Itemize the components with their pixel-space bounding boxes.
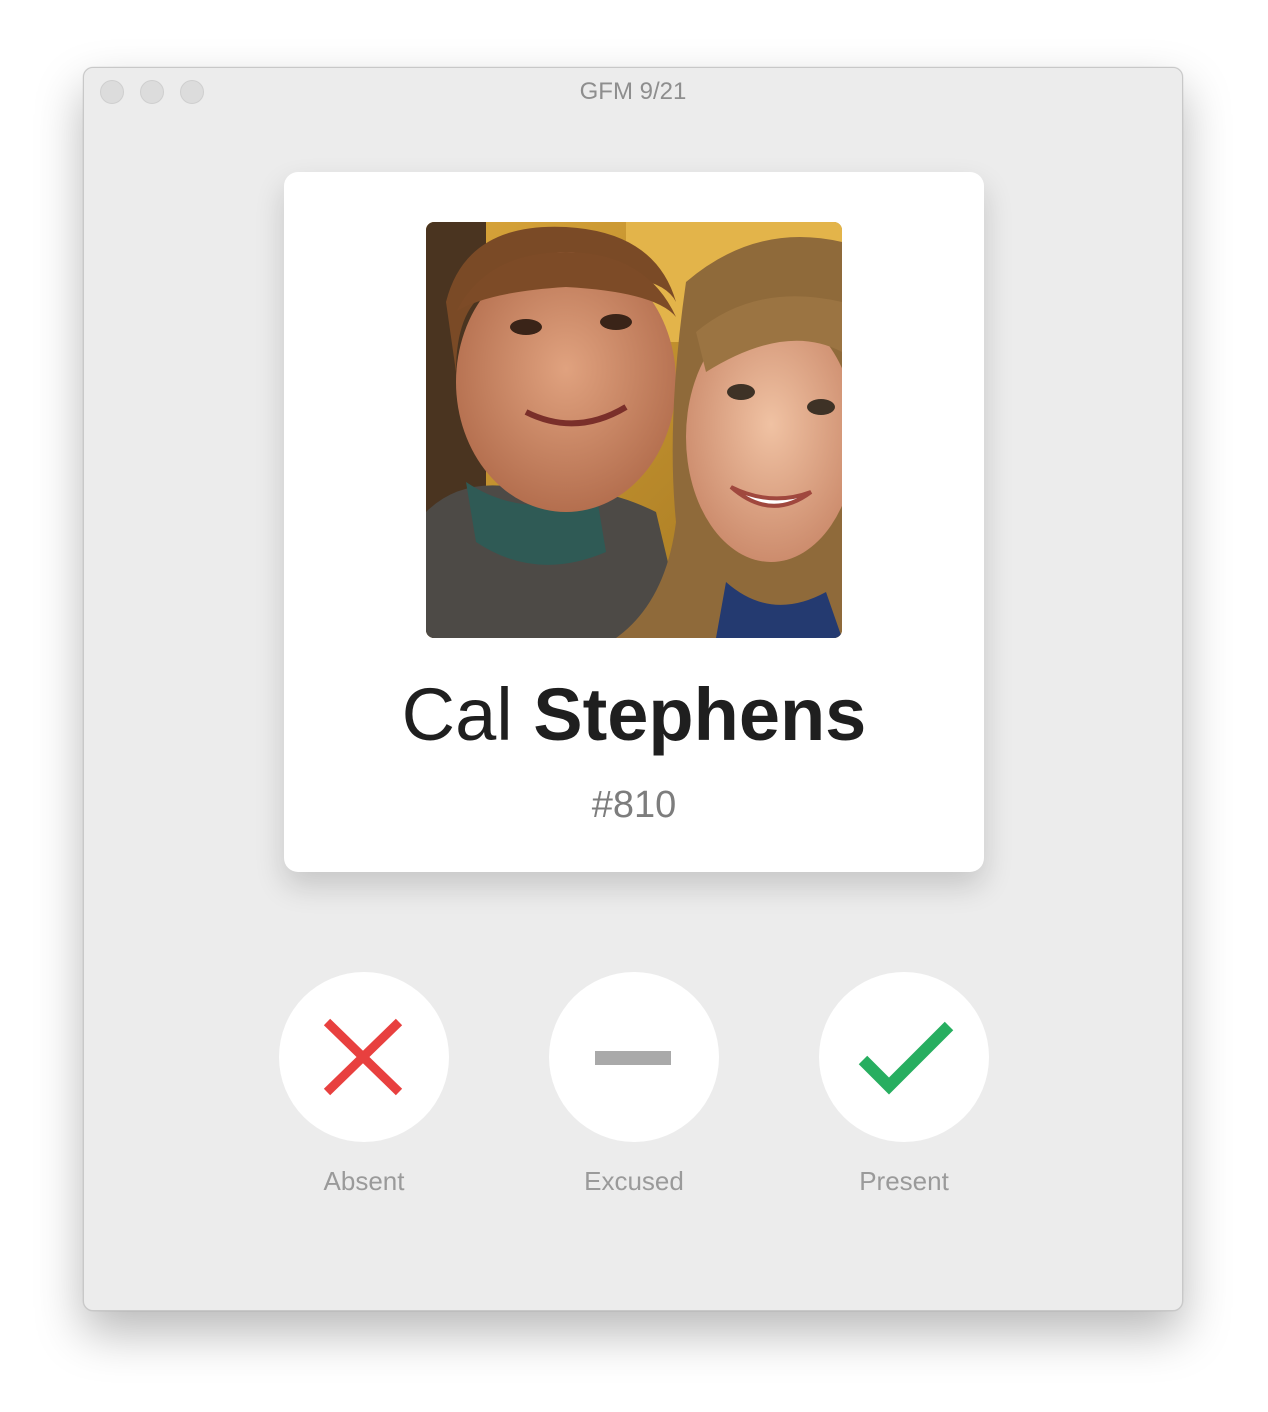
window-title: GFM 9/21 xyxy=(579,78,687,105)
excused-label: Excused xyxy=(584,1166,684,1196)
absent-button[interactable] xyxy=(279,972,449,1142)
student-card: Cal Stephens #810 xyxy=(284,172,984,872)
app-window: GFM 9/21 Cal Stephens #810 Absent Excuse… xyxy=(83,67,1183,1311)
present-label: Present xyxy=(859,1166,949,1196)
present-action: Present xyxy=(819,972,989,1197)
present-button[interactable] xyxy=(819,972,989,1142)
absent-action: Absent xyxy=(279,972,449,1197)
checkmark-icon xyxy=(858,1021,954,1095)
student-last-name: Stephens xyxy=(533,673,867,756)
x-icon xyxy=(323,1018,403,1096)
student-photo xyxy=(426,222,842,638)
excused-action: Excused xyxy=(549,972,719,1197)
absent-label: Absent xyxy=(323,1166,405,1196)
title-bar[interactable]: GFM 9/21 xyxy=(84,68,1182,114)
student-first-name: Cal xyxy=(401,673,513,756)
student-number: #810 xyxy=(591,784,677,826)
excused-button[interactable] xyxy=(549,972,719,1142)
student-name: Cal Stephens xyxy=(284,672,984,757)
minus-icon xyxy=(595,1051,671,1065)
